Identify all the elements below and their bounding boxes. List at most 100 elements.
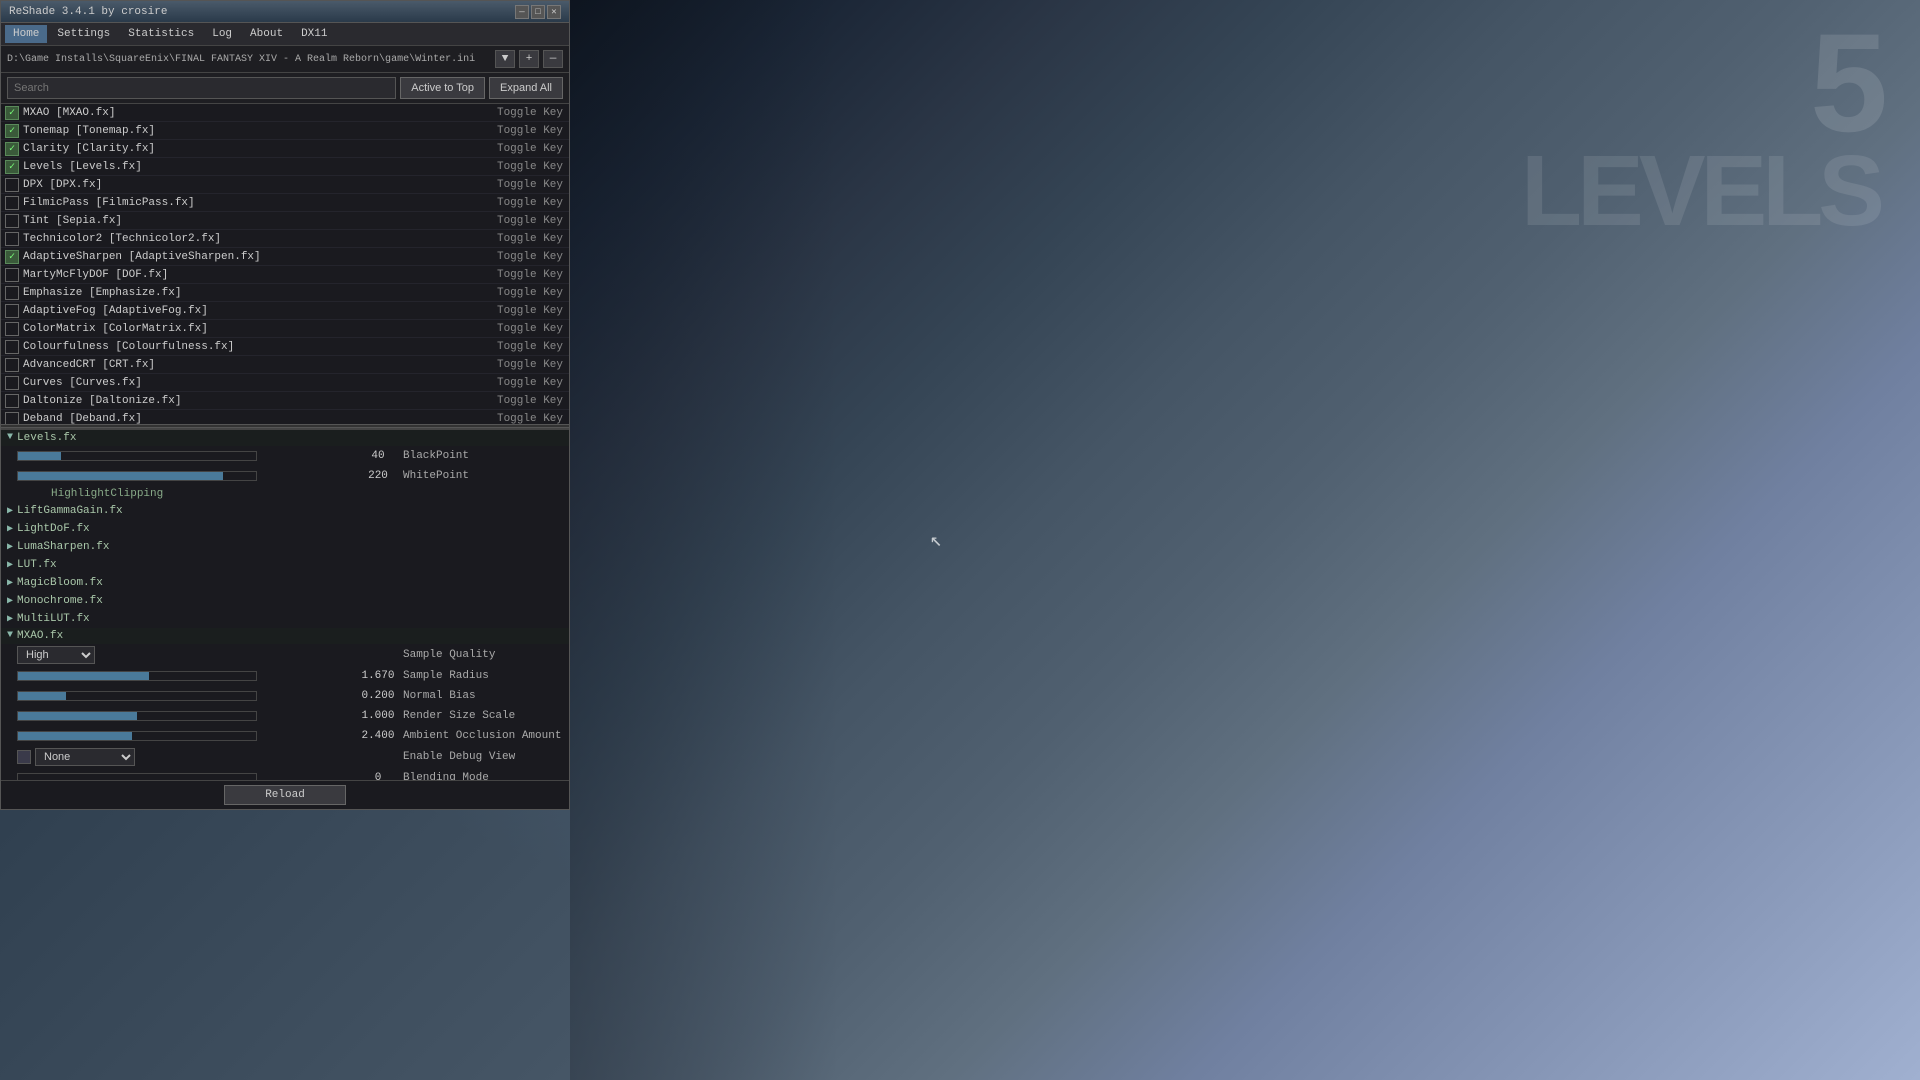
menu-statistics[interactable]: Statistics bbox=[120, 25, 202, 43]
normal-bias-value: 0.200 bbox=[353, 690, 403, 702]
effect-checkbox-curves[interactable] bbox=[5, 376, 19, 390]
table-row[interactable]: Tint [Sepia.fx] Toggle Key bbox=[1, 212, 569, 230]
path-add-button[interactable]: + bbox=[519, 50, 539, 68]
monochrome-section[interactable]: ▶ Monochrome.fx bbox=[1, 592, 569, 610]
menu-dx11[interactable]: DX11 bbox=[293, 25, 335, 43]
effect-name: Curves [Curves.fx] bbox=[23, 377, 483, 389]
maximize-button[interactable]: □ bbox=[531, 5, 545, 19]
effect-name: Clarity [Clarity.fx] bbox=[23, 143, 483, 155]
sample-quality-row[interactable]: High Low Medium Very High Sample Quality bbox=[1, 644, 569, 666]
ini-path: D:\Game Installs\SquareEnix\FINAL FANTAS… bbox=[7, 54, 491, 65]
menu-settings[interactable]: Settings bbox=[49, 25, 118, 43]
active-to-top-button[interactable]: Active to Top bbox=[400, 77, 485, 99]
table-row[interactable]: Daltonize [Daltonize.fx] Toggle Key bbox=[1, 392, 569, 410]
table-row[interactable]: MartyMcFlyDOF [DOF.fx] Toggle Key bbox=[1, 266, 569, 284]
table-row[interactable]: Clarity [Clarity.fx] Toggle Key bbox=[1, 140, 569, 158]
table-row[interactable]: Tonemap [Tonemap.fx] Toggle Key bbox=[1, 122, 569, 140]
table-row[interactable]: AdaptiveFog [AdaptiveFog.fx] Toggle Key bbox=[1, 302, 569, 320]
render-size-slider[interactable] bbox=[17, 711, 257, 721]
sample-radius-slider[interactable] bbox=[17, 671, 257, 681]
menu-about[interactable]: About bbox=[242, 25, 291, 43]
blackpoint-slider[interactable] bbox=[17, 451, 257, 461]
effect-checkbox-technicolor[interactable] bbox=[5, 232, 19, 246]
normal-bias-row[interactable]: 0.200 Normal Bias bbox=[1, 686, 569, 706]
ao-amount-slider[interactable] bbox=[17, 731, 257, 741]
liftgammagain-section[interactable]: ▶ LiftGammaGain.fx bbox=[1, 502, 569, 520]
table-row[interactable]: Curves [Curves.fx] Toggle Key bbox=[1, 374, 569, 392]
normal-bias-label: Normal Bias bbox=[403, 690, 563, 702]
levels-section-header[interactable]: ▼ Levels.fx bbox=[1, 430, 569, 446]
path-bar: D:\Game Installs\SquareEnix\FINAL FANTAS… bbox=[1, 46, 569, 73]
effect-checkbox-filmicpass[interactable] bbox=[5, 196, 19, 210]
table-row[interactable]: Deband [Deband.fx] Toggle Key bbox=[1, 410, 569, 424]
table-row[interactable]: Colourfulness [Colourfulness.fx] Toggle … bbox=[1, 338, 569, 356]
lightdof-label: LightDoF.fx bbox=[17, 523, 90, 535]
table-row[interactable]: Levels [Levels.fx] Toggle Key bbox=[1, 158, 569, 176]
whitepoint-slider[interactable] bbox=[17, 471, 257, 481]
effect-checkbox-martymcfly[interactable] bbox=[5, 268, 19, 282]
effect-checkbox-tonemap[interactable] bbox=[5, 124, 19, 138]
effect-name: Technicolor2 [Technicolor2.fx] bbox=[23, 233, 483, 245]
blackpoint-row[interactable]: 40 BlackPoint bbox=[1, 446, 569, 466]
effect-key: Toggle Key bbox=[483, 179, 563, 191]
minimize-button[interactable]: — bbox=[515, 5, 529, 19]
effect-key: Toggle Key bbox=[483, 341, 563, 353]
mxao-section-header[interactable]: ▼ MXAO.fx bbox=[1, 628, 569, 644]
table-row[interactable]: FilmicPass [FilmicPass.fx] Toggle Key bbox=[1, 194, 569, 212]
effect-name: DPX [DPX.fx] bbox=[23, 179, 483, 191]
effect-checkbox-adaptive-sharpen[interactable] bbox=[5, 250, 19, 264]
table-row[interactable]: DPX [DPX.fx] Toggle Key bbox=[1, 176, 569, 194]
effect-name: AdaptiveFog [AdaptiveFog.fx] bbox=[23, 305, 483, 317]
effect-key: Toggle Key bbox=[483, 377, 563, 389]
search-input[interactable] bbox=[7, 77, 396, 99]
effect-checkbox-dpx[interactable] bbox=[5, 178, 19, 192]
toolbar: Active to Top Expand All bbox=[1, 73, 569, 104]
effect-key: Toggle Key bbox=[483, 359, 563, 371]
table-row[interactable]: Technicolor2 [Technicolor2.fx] Toggle Ke… bbox=[1, 230, 569, 248]
lut-section[interactable]: ▶ LUT.fx bbox=[1, 556, 569, 574]
debug-view-row[interactable]: None AO Normal Enable Debug View bbox=[1, 746, 569, 768]
effect-checkbox-mxao[interactable] bbox=[5, 106, 19, 120]
effects-list[interactable]: MXAO [MXAO.fx] Toggle Key Tonemap [Tonem… bbox=[1, 104, 569, 424]
blending-mode-slider[interactable] bbox=[17, 773, 257, 780]
debug-view-checkbox[interactable] bbox=[17, 750, 31, 764]
effect-checkbox-colourfulness[interactable] bbox=[5, 340, 19, 354]
menu-home[interactable]: Home bbox=[5, 25, 47, 43]
path-dropdown-button[interactable]: ▼ bbox=[495, 50, 515, 68]
effect-checkbox-levels[interactable] bbox=[5, 160, 19, 174]
menu-bar: Home Settings Statistics Log About DX11 bbox=[1, 23, 569, 46]
expand-all-button[interactable]: Expand All bbox=[489, 77, 563, 99]
path-remove-button[interactable]: — bbox=[543, 50, 563, 68]
sample-radius-row[interactable]: 1.670 Sample Radius bbox=[1, 666, 569, 686]
whitepoint-row[interactable]: 220 WhitePoint bbox=[1, 466, 569, 486]
settings-area[interactable]: ▼ Levels.fx 40 BlackPoint 220 WhitePoint bbox=[1, 428, 569, 780]
effect-checkbox-clarity[interactable] bbox=[5, 142, 19, 156]
collapse-arrow-levels: ▼ bbox=[7, 432, 13, 443]
lightdof-section[interactable]: ▶ LightDoF.fx bbox=[1, 520, 569, 538]
menu-log[interactable]: Log bbox=[204, 25, 240, 43]
lumasharpen-section[interactable]: ▶ LumaSharpen.fx bbox=[1, 538, 569, 556]
effect-name: FilmicPass [FilmicPass.fx] bbox=[23, 197, 483, 209]
blending-mode-row[interactable]: 0 Blending Mode bbox=[1, 768, 569, 780]
table-row[interactable]: AdaptiveSharpen [AdaptiveSharpen.fx] Tog… bbox=[1, 248, 569, 266]
table-row[interactable]: MXAO [MXAO.fx] Toggle Key bbox=[1, 104, 569, 122]
table-row[interactable]: Emphasize [Emphasize.fx] Toggle Key bbox=[1, 284, 569, 302]
effect-checkbox-tint[interactable] bbox=[5, 214, 19, 228]
sample-quality-dropdown[interactable]: High Low Medium Very High bbox=[17, 646, 95, 664]
magicbloom-section[interactable]: ▶ MagicBloom.fx bbox=[1, 574, 569, 592]
effect-checkbox-colormatrix[interactable] bbox=[5, 322, 19, 336]
multilut-section[interactable]: ▶ MultiLUT.fx bbox=[1, 610, 569, 628]
ao-amount-row[interactable]: 2.400 Ambient Occlusion Amount bbox=[1, 726, 569, 746]
effect-checkbox-adaptivefog[interactable] bbox=[5, 304, 19, 318]
table-row[interactable]: AdvancedCRT [CRT.fx] Toggle Key bbox=[1, 356, 569, 374]
effect-checkbox-daltonize[interactable] bbox=[5, 394, 19, 408]
effect-checkbox-emphasize[interactable] bbox=[5, 286, 19, 300]
render-size-row[interactable]: 1.000 Render Size Scale bbox=[1, 706, 569, 726]
normal-bias-slider[interactable] bbox=[17, 691, 257, 701]
reload-button[interactable]: Reload bbox=[224, 785, 346, 805]
close-button[interactable]: ✕ bbox=[547, 5, 561, 19]
effect-checkbox-deband[interactable] bbox=[5, 412, 19, 425]
table-row[interactable]: ColorMatrix [ColorMatrix.fx] Toggle Key bbox=[1, 320, 569, 338]
effect-checkbox-advancedcrt[interactable] bbox=[5, 358, 19, 372]
debug-view-dropdown[interactable]: None AO Normal bbox=[35, 748, 135, 766]
